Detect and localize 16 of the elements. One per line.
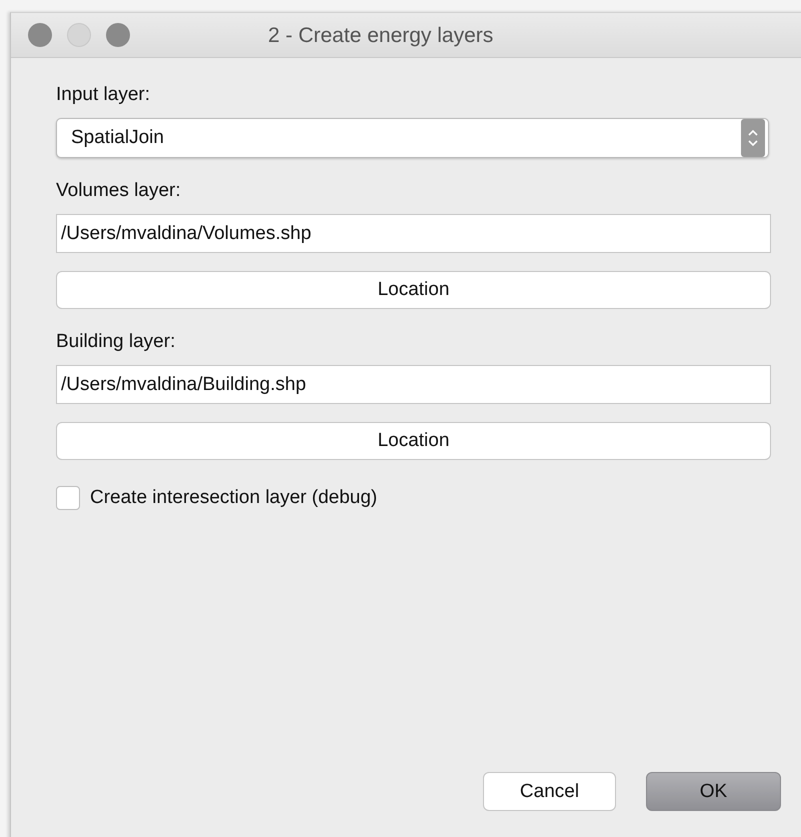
ok-button[interactable]: OK	[646, 772, 781, 811]
path-field[interactable]: /Users/mvaldina/Volumes.shp	[56, 214, 771, 253]
zoom-icon[interactable]	[106, 23, 130, 47]
field-label: Building layer:	[56, 331, 176, 353]
close-icon[interactable]	[28, 23, 52, 47]
field-label: Input layer:	[56, 84, 151, 106]
path-field[interactable]: /Users/mvaldina/Building.shp	[56, 365, 771, 404]
layer-dropdown[interactable]: SpatialJoin	[56, 118, 769, 158]
cancel-button[interactable]: Cancel	[483, 772, 616, 811]
location-button[interactable]: Location	[56, 271, 771, 309]
checkbox-label: Create interesection layer (debug)	[90, 487, 378, 509]
window-title: 2 - Create energy layers	[268, 24, 494, 48]
location-button[interactable]: Location	[56, 422, 771, 460]
stepper-icon	[741, 119, 765, 157]
field-label: Volumes layer:	[56, 180, 182, 202]
checkbox[interactable]	[56, 486, 80, 510]
